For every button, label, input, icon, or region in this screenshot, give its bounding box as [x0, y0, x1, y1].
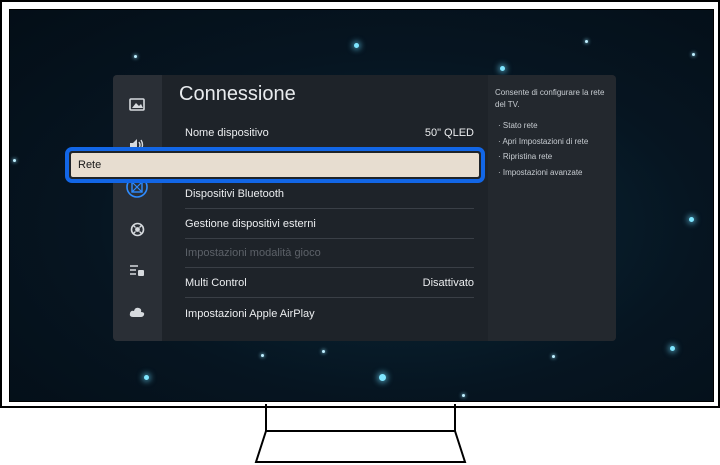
- general-icon[interactable]: [126, 260, 148, 282]
- menu-item-multi-control[interactable]: Multi Control Disattivato: [185, 269, 474, 298]
- particle: [379, 374, 386, 381]
- picture-icon[interactable]: [126, 93, 148, 115]
- particle: [13, 159, 16, 162]
- particle: [144, 375, 149, 380]
- particle: [322, 350, 325, 353]
- menu-item-label: Dispositivi Bluetooth: [185, 188, 285, 200]
- particle: [689, 217, 694, 222]
- settings-panel: Connessione Nome dispositivo 50" QLED Di…: [113, 75, 616, 341]
- menu-item-label: Impostazioni modalità gioco: [185, 247, 321, 259]
- tv-frame: Connessione Nome dispositivo 50" QLED Di…: [0, 0, 720, 408]
- menu-item-label: Impostazioni Apple AirPlay: [185, 307, 315, 320]
- menu-item-bluetooth-devices[interactable]: Dispositivi Bluetooth: [185, 180, 474, 209]
- cloud-icon[interactable]: [126, 301, 148, 323]
- info-option: Ripristina rete: [498, 149, 588, 165]
- particle: [670, 346, 675, 351]
- tv-stand: [254, 404, 467, 463]
- support-icon[interactable]: [126, 218, 148, 240]
- particle: [552, 355, 555, 358]
- menu-item-value: 50" QLED: [424, 127, 474, 139]
- menu-item-value: Disattivato: [422, 277, 474, 289]
- menu-item-device-name[interactable]: Nome dispositivo 50" QLED: [185, 119, 474, 148]
- particle: [692, 53, 695, 56]
- tv-screen: Connessione Nome dispositivo 50" QLED Di…: [9, 9, 714, 402]
- particle: [354, 43, 359, 48]
- menu-item-label: Gestione dispositivi esterni: [185, 218, 316, 230]
- particle: [261, 354, 264, 357]
- particle: [500, 66, 505, 71]
- settings-sidebar: [113, 75, 162, 341]
- menu-item-label: Nome dispositivo: [185, 127, 269, 139]
- particle: [134, 55, 137, 58]
- particle: [585, 40, 588, 43]
- settings-content: Connessione Nome dispositivo 50" QLED Di…: [162, 75, 488, 341]
- menu-item-game-mode-settings: Impostazioni modalità gioco: [185, 239, 474, 268]
- particle: [462, 394, 465, 397]
- info-description: Consente di configurare la rete del TV.: [495, 88, 605, 109]
- info-option: Impostazioni avanzate: [498, 165, 588, 181]
- page-title: Connessione: [179, 83, 296, 105]
- info-option: Apri Impostazioni di rete: [498, 134, 588, 150]
- menu-item-network-selected[interactable]: Rete: [65, 147, 485, 183]
- info-panel: Consente di configurare la rete del TV. …: [488, 75, 616, 341]
- info-option: Stato rete: [498, 118, 588, 134]
- info-options-list: Stato rete Apri Impostazioni di rete Rip…: [498, 118, 588, 180]
- menu-item-external-devices[interactable]: Gestione dispositivi esterni: [185, 210, 474, 239]
- menu-item-label: Multi Control: [185, 277, 247, 289]
- menu-item-airplay-settings[interactable]: Impostazioni Apple AirPlay: [185, 299, 474, 328]
- menu-item-label: Rete: [78, 159, 102, 171]
